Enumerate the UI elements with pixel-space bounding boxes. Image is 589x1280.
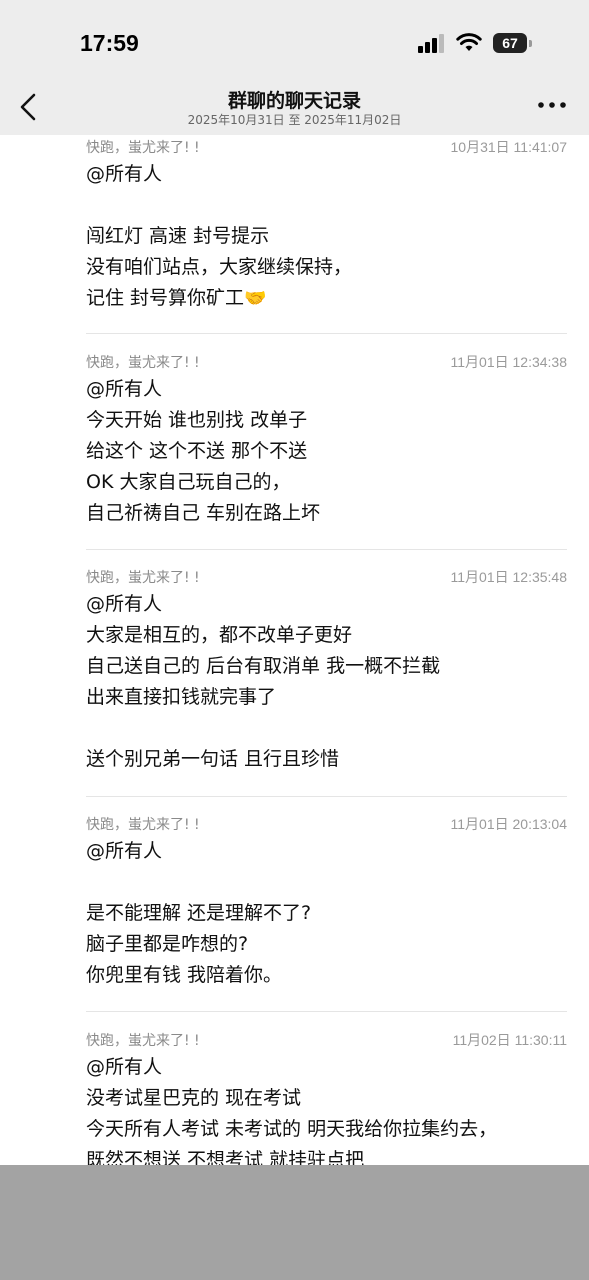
handshake-emoji-icon: 🤝 bbox=[244, 288, 267, 309]
message-line: @所有人 bbox=[86, 840, 163, 862]
sender-name: 快跑，蚩尤来了! ! bbox=[86, 1033, 200, 1049]
message-timestamp: 11月01日 12:35:48 bbox=[450, 569, 568, 585]
message-text: @所有人 是不能理解 还是理解不了? 脑子里都是咋想的? 你兜里有钱 我陪着你。 bbox=[86, 836, 567, 991]
message-line: @所有人 bbox=[86, 378, 163, 400]
chat-message[interactable]: 快跑，蚩尤来了! ! 11月01日 12:35:48 @所有人 大家是相互的，都… bbox=[86, 565, 567, 775]
sender-name: 快跑，蚩尤来了! ! bbox=[86, 570, 200, 586]
message-line: 送个别兄弟一句话 且行且珍惜 bbox=[86, 748, 340, 770]
divider bbox=[86, 549, 567, 550]
message-line: 闯红灯 高速 封号提示 bbox=[86, 225, 270, 247]
message-line: 自己祈祷自己 车别在路上坏 bbox=[86, 502, 321, 524]
chat-message[interactable]: 快跑，蚩尤来了! ! 11月02日 11:30:11 @所有人 没考试星巴克的 … bbox=[86, 1028, 567, 1165]
divider bbox=[86, 1011, 567, 1012]
more-options-button[interactable] bbox=[537, 100, 567, 110]
message-line: @所有人 bbox=[86, 1056, 163, 1078]
message-line: 自己送自己的 后台有取消单 我一概不拦截 bbox=[86, 655, 441, 677]
message-line: 没考试星巴克的 现在考试 bbox=[86, 1087, 302, 1109]
message-line: 记住 封号算你矿工🤝 bbox=[86, 283, 567, 314]
message-timestamp: 11月01日 20:13:04 bbox=[450, 816, 568, 832]
message-line: 大家是相互的，都不改单子更好 bbox=[86, 624, 353, 646]
status-time: 17:59 bbox=[80, 30, 139, 56]
message-line: 今天开始 谁也别找 改单子 bbox=[86, 409, 308, 431]
chat-message[interactable]: 快跑，蚩尤来了! ! 10月31日 11:41:07 @所有人 闯红灯 高速 封… bbox=[86, 135, 567, 314]
message-timestamp: 11月02日 11:30:11 bbox=[452, 1032, 567, 1048]
message-text: @所有人 今天开始 谁也别找 改单子 给这个 这个不送 那个不送 OK 大家自己… bbox=[86, 374, 567, 529]
nav-bar: 群聊的聊天记录 2025年10月31日 至 2025年11月02日 bbox=[0, 80, 589, 135]
message-line: 没有咱们站点，大家继续保持， bbox=[86, 256, 353, 278]
message-line: 既然不想送 不想考试 就挂驻点把 bbox=[86, 1149, 365, 1165]
message-line: OK 大家自己玩自己的， bbox=[86, 471, 291, 493]
divider bbox=[86, 796, 567, 797]
message-line: 今天所有人考试 未考试的 明天我给你拉集约去， bbox=[86, 1118, 498, 1140]
screen: 17:59 67 群聊的聊天记录 2025年10月31日 至 2025年11月0… bbox=[0, 0, 589, 1280]
message-line: 脑子里都是咋想的? bbox=[86, 933, 249, 955]
message-text: @所有人 大家是相互的，都不改单子更好 自己送自己的 后台有取消单 我一概不拦截… bbox=[86, 589, 567, 775]
message-timestamp: 10月31日 11:41:07 bbox=[450, 139, 568, 155]
status-bar: 17:59 67 bbox=[0, 0, 589, 80]
sender-name: 快跑，蚩尤来了! ! bbox=[86, 140, 200, 156]
message-line: @所有人 bbox=[86, 593, 163, 615]
divider bbox=[86, 333, 567, 334]
sender-name: 快跑，蚩尤来了! ! bbox=[86, 817, 200, 833]
wifi-icon bbox=[456, 33, 482, 51]
message-text: @所有人 没考试星巴克的 现在考试 今天所有人考试 未考试的 明天我给你拉集约去… bbox=[86, 1052, 567, 1165]
message-list[interactable]: 快跑，蚩尤来了! ! 10月31日 11:41:07 @所有人 闯红灯 高速 封… bbox=[0, 135, 589, 1165]
message-line: @所有人 bbox=[86, 163, 163, 185]
bottom-overlay bbox=[0, 1165, 589, 1280]
chat-message[interactable]: 快跑，蚩尤来了! ! 11月01日 20:13:04 @所有人 是不能理解 还是… bbox=[86, 812, 567, 991]
sender-name: 快跑，蚩尤来了! ! bbox=[86, 355, 200, 371]
message-line: 你兜里有钱 我陪着你。 bbox=[86, 964, 283, 986]
chat-message[interactable]: 快跑，蚩尤来了! ! 11月01日 12:34:38 @所有人 今天开始 谁也别… bbox=[86, 350, 567, 529]
message-line-text: 记住 封号算你矿工 bbox=[86, 287, 245, 309]
page-title: 群聊的聊天记录 bbox=[227, 90, 361, 112]
message-timestamp: 11月01日 12:34:38 bbox=[450, 354, 568, 370]
message-line: 是不能理解 还是理解不了? bbox=[86, 902, 312, 924]
date-range: 2025年10月31日 至 2025年11月02日 bbox=[187, 113, 402, 127]
cellular-signal-icon bbox=[418, 33, 446, 53]
message-line: 给这个 这个不送 那个不送 bbox=[86, 440, 308, 462]
battery-icon: 67 bbox=[493, 33, 532, 53]
message-text: @所有人 闯红灯 高速 封号提示 没有咱们站点，大家继续保持， 记住 封号算你矿… bbox=[86, 159, 567, 314]
message-line: 出来直接扣钱就完事了 bbox=[86, 686, 277, 708]
